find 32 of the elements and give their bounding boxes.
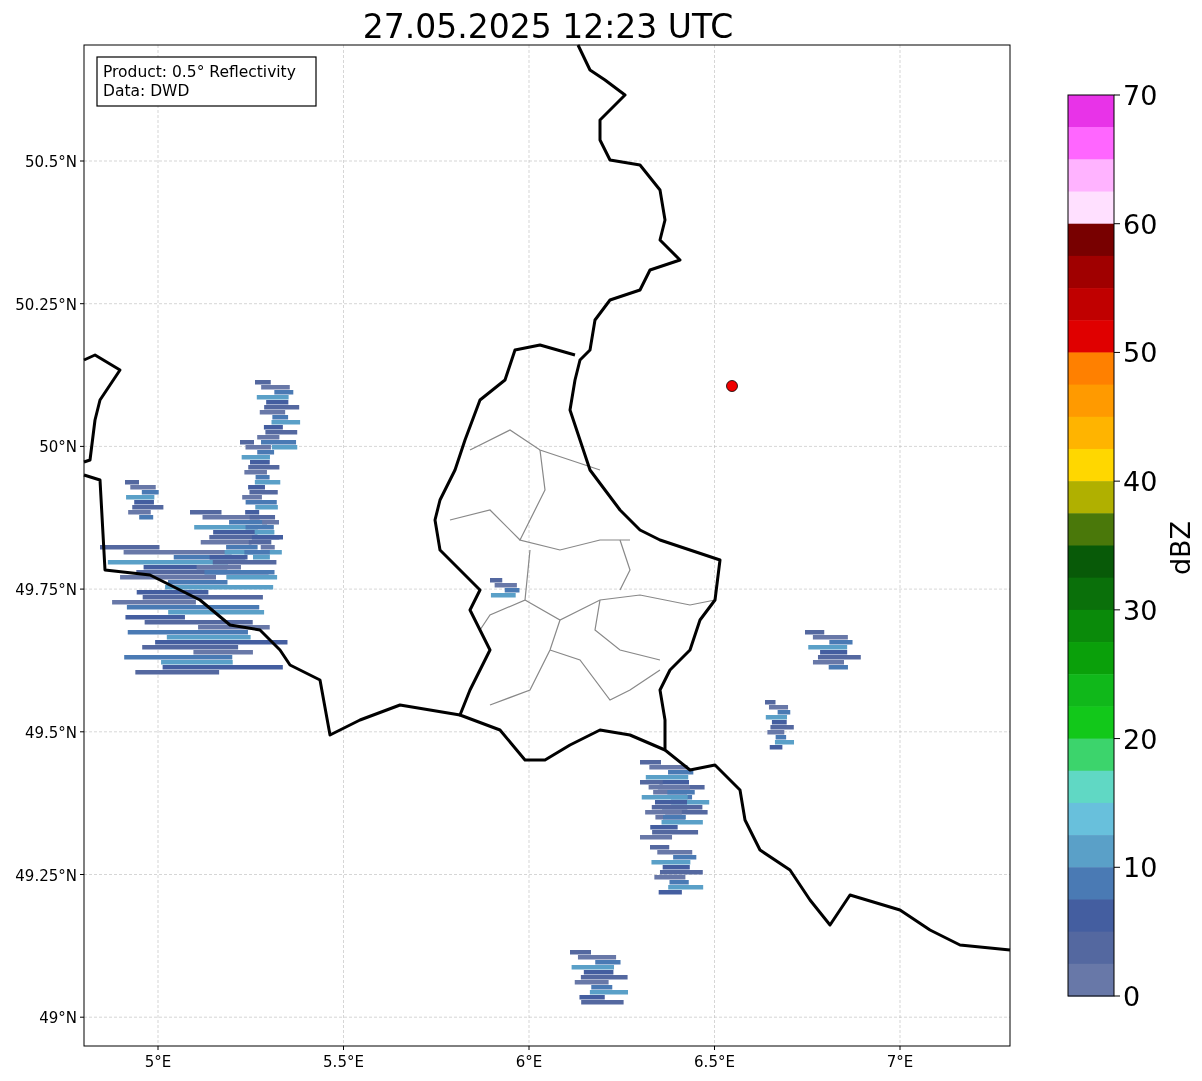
latitude-label: 50.5°N: [24, 153, 77, 171]
colorbar-tick-label: 70: [1123, 80, 1158, 111]
longitude-label: 6°E: [515, 1053, 543, 1071]
longitude-label: 5.5°E: [323, 1053, 364, 1071]
chart-title: 27.05.2025 12:23 UTC: [362, 7, 734, 46]
latitude-label: 50°N: [39, 438, 77, 457]
radar-echo: [570, 950, 628, 1005]
info-text: Product: 0.5° Reflectivity: [103, 63, 296, 81]
colorbar-tick-label: 60: [1123, 208, 1158, 240]
longitude-label: 7°E: [886, 1053, 914, 1071]
latitude-label: 49.5°N: [24, 723, 77, 742]
radar-echo: [490, 578, 520, 598]
info-text: Data: DWD: [103, 82, 190, 100]
colorbar-tick-label: 40: [1123, 466, 1158, 498]
radar-echo: [125, 480, 164, 520]
colorbar-tick-label: 20: [1123, 723, 1158, 755]
colorbar-tick-label: 0: [1123, 981, 1141, 1012]
latitude-label: 49°N: [39, 1009, 77, 1028]
radar-echo: [765, 700, 794, 750]
radar-echo: [640, 780, 703, 840]
latitude-label: 50.25°N: [15, 295, 77, 314]
radar-echo: [650, 845, 704, 895]
colorbar-tick-label: 50: [1123, 337, 1158, 369]
latitude-label: 49.75°N: [15, 581, 77, 600]
colorbar-tick-label: 10: [1123, 852, 1158, 884]
radar-site-marker: [726, 380, 738, 392]
radar-echo: [805, 630, 861, 670]
longitude-label: 5°E: [144, 1053, 172, 1071]
colorbar-tick-label: 30: [1123, 594, 1158, 626]
colorbar-label: dBZ: [1165, 520, 1196, 576]
latitude-label: 49.25°N: [15, 866, 77, 885]
longitude-label: 6.5°E: [694, 1053, 735, 1071]
